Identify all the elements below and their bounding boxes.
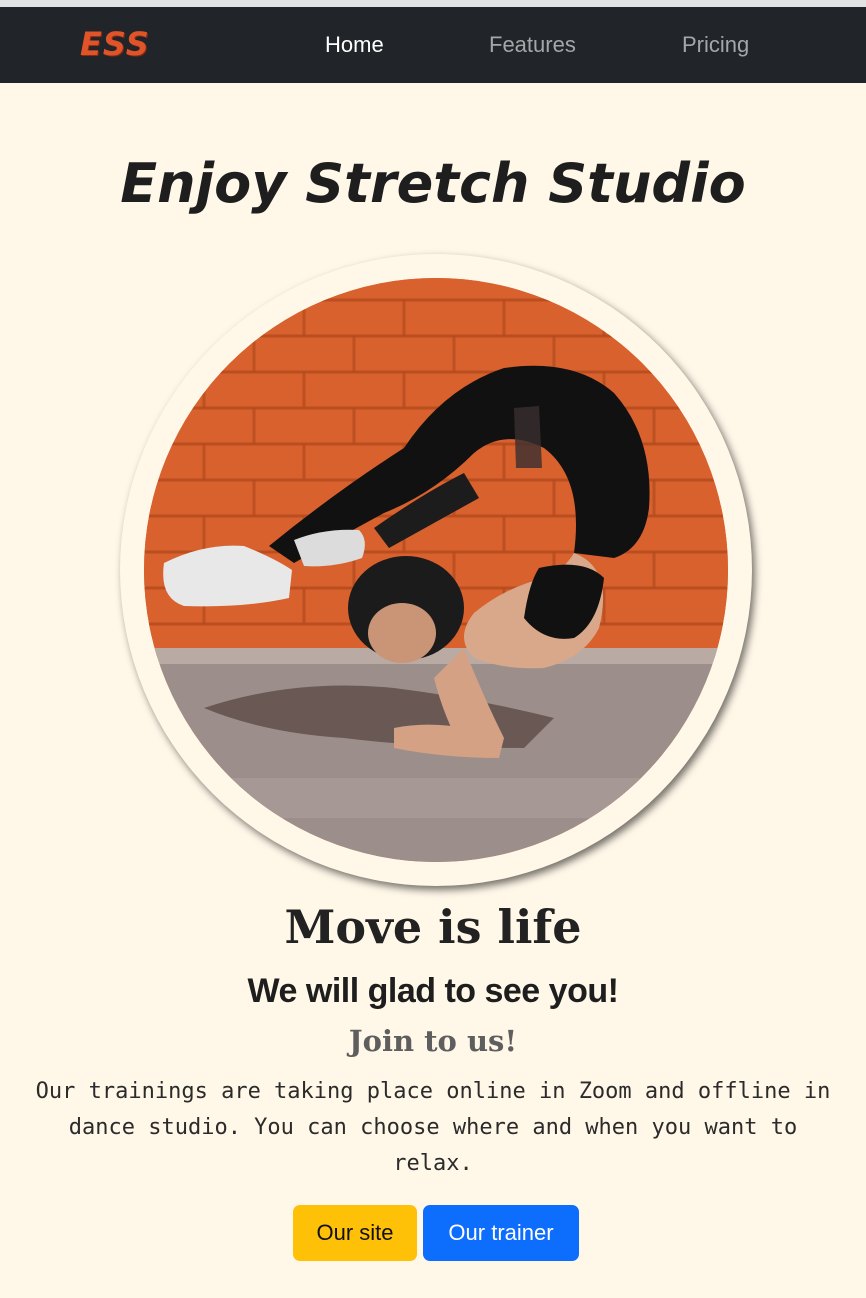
- page-title: Enjoy Stretch Studio: [120, 152, 746, 215]
- navbar: ESS Home Features Pricing: [0, 7, 866, 83]
- window-top-border: [0, 0, 866, 7]
- section-subheading: We will glad to see you!: [247, 972, 619, 1010]
- section-description: Our trainings are taking place online in…: [35, 1079, 831, 1176]
- section-heading: Move is life: [284, 900, 582, 954]
- brand-logo[interactable]: ESS: [80, 25, 150, 63]
- nav-link-pricing[interactable]: Pricing: [682, 32, 749, 58]
- hero-image-frame: [120, 254, 752, 886]
- hero-image: [144, 278, 728, 862]
- stretch-photo-illustration: [144, 278, 728, 862]
- our-site-button[interactable]: Our site: [293, 1205, 417, 1261]
- our-trainer-button[interactable]: Our trainer: [423, 1205, 579, 1261]
- section-tagline: Join to us!: [348, 1024, 518, 1058]
- nav-link-features[interactable]: Features: [489, 32, 576, 58]
- nav-link-home[interactable]: Home: [325, 32, 384, 58]
